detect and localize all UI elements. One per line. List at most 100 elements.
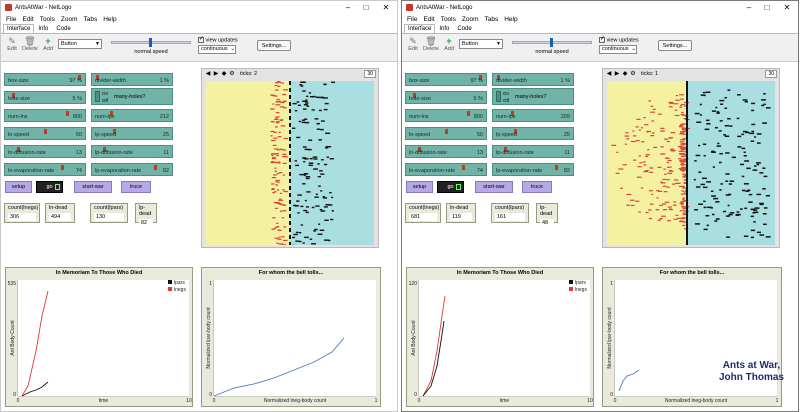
minimize-icon[interactable]: – bbox=[339, 1, 357, 14]
slider-ln-speed[interactable]: ln-speed 50 bbox=[405, 127, 487, 140]
slider-num-lns[interactable]: num-lns 800 bbox=[405, 109, 487, 122]
truce-button[interactable]: truce bbox=[522, 181, 552, 193]
slider-lp-evaporation-rate[interactable]: lp-evaporation-rate 82 bbox=[91, 163, 173, 176]
slider-knob[interactable] bbox=[65, 111, 69, 116]
widget-type-dropdown[interactable]: Button ▼ bbox=[58, 39, 102, 49]
menu-tabs[interactable]: Tabs bbox=[482, 16, 502, 23]
slider-lp-diffusion-rate[interactable]: lp-diffusion-rate 11 bbox=[492, 145, 574, 158]
slider-ln-diffusion-rate[interactable]: ln-diffusion-rate 13 bbox=[405, 145, 487, 158]
truce-button[interactable]: truce bbox=[121, 181, 151, 193]
slider-num-lps[interactable]: num-lps 209 bbox=[492, 109, 574, 122]
switch-many-holes[interactable]: On Off many-holes? bbox=[91, 88, 173, 105]
update-mode-select[interactable]: continuous ⌄ bbox=[198, 45, 236, 55]
start-war-button[interactable]: start-war bbox=[74, 181, 112, 193]
world-canvas[interactable] bbox=[607, 81, 775, 245]
view-updates-checkbox[interactable] bbox=[599, 35, 605, 43]
slider-ln-diffusion-rate[interactable]: ln-diffusion-rate 13 bbox=[4, 145, 86, 158]
start-war-button[interactable]: start-war bbox=[475, 181, 513, 193]
slider-divider-width[interactable]: divider-width 1 % bbox=[91, 73, 173, 86]
view-grow-icon[interactable]: ▶ bbox=[212, 70, 220, 78]
menu-edit[interactable]: Edit bbox=[19, 16, 36, 23]
settings-button[interactable]: Settings... bbox=[658, 40, 692, 51]
tab-info[interactable]: Info bbox=[34, 24, 52, 33]
view-updates-checkbox[interactable] bbox=[198, 35, 204, 43]
slider-knob[interactable] bbox=[462, 165, 466, 170]
slider-knob[interactable] bbox=[555, 165, 559, 170]
slider-lp-speed[interactable]: lp-speed 25 bbox=[492, 127, 574, 140]
divider-segment bbox=[289, 123, 291, 127]
slider-knob[interactable] bbox=[61, 165, 65, 170]
legend-swatch bbox=[569, 280, 573, 284]
menu-zoom[interactable]: Zoom bbox=[58, 16, 81, 23]
add-button[interactable]: + Add bbox=[40, 36, 56, 52]
view-zoom-button[interactable]: 30 bbox=[765, 70, 777, 78]
view-shrink-icon[interactable]: ◀ bbox=[605, 70, 613, 78]
slider-divider-width[interactable]: divider-width 1 % bbox=[492, 73, 574, 86]
slider-knob[interactable] bbox=[445, 129, 448, 134]
switch-toggle[interactable] bbox=[496, 91, 501, 102]
slider-ln-evaporation-rate[interactable]: ln-evaporation-rate 74 bbox=[405, 163, 487, 176]
view-settings-icon[interactable]: ⚙ bbox=[629, 70, 637, 78]
menu-help[interactable]: Help bbox=[100, 16, 119, 23]
view-shrink-icon[interactable]: ◀ bbox=[204, 70, 212, 78]
speed-track[interactable] bbox=[512, 38, 592, 47]
setup-button[interactable]: setup bbox=[5, 181, 32, 193]
slider-ln-speed[interactable]: ln-speed 50 bbox=[4, 127, 86, 140]
minimize-icon[interactable]: – bbox=[740, 1, 758, 14]
speed-track[interactable] bbox=[111, 38, 191, 47]
menu-tabs[interactable]: Tabs bbox=[81, 16, 101, 23]
slider-ln-evaporation-rate[interactable]: ln-evaporation-rate 74 bbox=[4, 163, 86, 176]
close-icon[interactable]: ✕ bbox=[776, 1, 798, 14]
slider-lp-diffusion-rate[interactable]: lp-diffusion-rate 11 bbox=[91, 145, 173, 158]
menu-edit[interactable]: Edit bbox=[420, 16, 437, 23]
slider-box-size[interactable]: box-size 97 % bbox=[405, 73, 487, 86]
edit-button[interactable]: ✎ Edit bbox=[405, 36, 421, 52]
delete-button[interactable]: 🗑 Delete bbox=[423, 36, 439, 52]
menu-zoom[interactable]: Zoom bbox=[459, 16, 482, 23]
slider-num-lns[interactable]: num-lns 800 bbox=[4, 109, 86, 122]
slider-hole-size[interactable]: hole-size 5 % bbox=[4, 91, 86, 104]
tab-code[interactable]: Code bbox=[453, 24, 475, 33]
world-canvas[interactable] bbox=[206, 81, 374, 247]
view-zoom-button[interactable]: 30 bbox=[364, 70, 376, 78]
go-button[interactable]: go bbox=[437, 181, 464, 193]
slider-lp-evaporation-rate[interactable]: lp-evaporation-rate 82 bbox=[492, 163, 574, 176]
tab-interface[interactable]: Interface bbox=[3, 24, 35, 33]
menu-tools[interactable]: Tools bbox=[438, 16, 459, 23]
switch-many-holes[interactable]: On Off many-holes? bbox=[492, 88, 574, 105]
tab-interface[interactable]: Interface bbox=[404, 24, 436, 33]
edit-button[interactable]: ✎ Edit bbox=[4, 36, 20, 52]
maximize-icon[interactable]: □ bbox=[357, 1, 375, 14]
slider-lp-speed[interactable]: lp-speed 25 bbox=[91, 127, 173, 140]
close-icon[interactable]: ✕ bbox=[375, 1, 397, 14]
speed-slider[interactable]: normal speed bbox=[512, 38, 592, 55]
view-settings-icon[interactable]: ⚙ bbox=[228, 70, 236, 78]
widget-type-dropdown[interactable]: Button ▼ bbox=[459, 39, 503, 49]
switch-toggle[interactable] bbox=[95, 91, 100, 102]
menu-tools[interactable]: Tools bbox=[37, 16, 58, 23]
slider-hole-size[interactable]: hole-size 5 % bbox=[405, 91, 487, 104]
tab-info[interactable]: Info bbox=[435, 24, 453, 33]
setup-button[interactable]: setup bbox=[406, 181, 433, 193]
slider-knob[interactable] bbox=[44, 129, 47, 134]
menu-file[interactable]: File bbox=[404, 16, 420, 23]
update-mode-select[interactable]: continuous ⌄ bbox=[599, 45, 637, 55]
menu-help[interactable]: Help bbox=[501, 16, 520, 23]
tab-code[interactable]: Code bbox=[52, 24, 74, 33]
slider-num-lps[interactable]: num-lps 212 bbox=[91, 109, 173, 122]
go-button[interactable]: go bbox=[36, 181, 63, 193]
view-3d-icon[interactable]: ◆ bbox=[220, 70, 228, 78]
speed-knob[interactable] bbox=[149, 38, 153, 47]
add-button[interactable]: + Add bbox=[441, 36, 457, 52]
speed-knob[interactable] bbox=[550, 38, 554, 47]
menu-file[interactable]: File bbox=[3, 16, 19, 23]
settings-button[interactable]: Settings... bbox=[257, 40, 291, 51]
slider-knob[interactable] bbox=[466, 111, 470, 116]
slider-box-size[interactable]: box-size 97 % bbox=[4, 73, 86, 86]
slider-knob[interactable] bbox=[154, 165, 158, 170]
view-3d-icon[interactable]: ◆ bbox=[621, 70, 629, 78]
delete-button[interactable]: 🗑 Delete bbox=[22, 36, 38, 52]
maximize-icon[interactable]: □ bbox=[758, 1, 776, 14]
view-grow-icon[interactable]: ▶ bbox=[613, 70, 621, 78]
speed-slider[interactable]: normal speed bbox=[111, 38, 191, 55]
